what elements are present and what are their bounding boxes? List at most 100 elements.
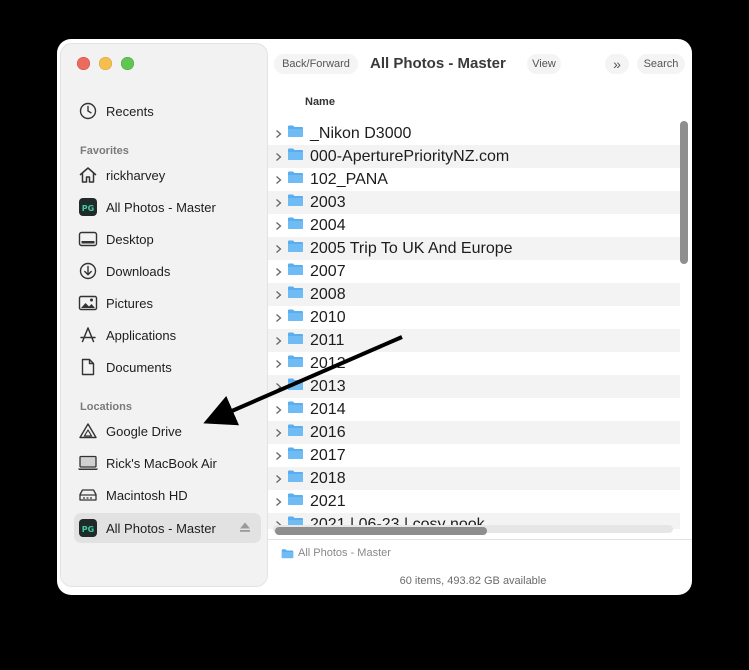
item-name: 2012 [310, 354, 346, 372]
list-item[interactable]: 2008 [268, 283, 680, 306]
item-name: 2011 [310, 331, 345, 349]
list-item[interactable]: 2004 [268, 214, 680, 237]
home-icon [77, 164, 99, 186]
file-list: _Nikon D3000 000-AperturePriorityNZ.com … [268, 119, 692, 529]
disclosure-chevron-icon[interactable] [272, 175, 284, 185]
close-window-button[interactable] [77, 57, 90, 70]
disclosure-chevron-icon[interactable] [272, 129, 284, 139]
list-item[interactable]: 2003 [268, 191, 680, 214]
status-bar: 60 items, 493.82 GB available [399, 575, 547, 587]
horizontal-scrollbar[interactable] [275, 527, 487, 535]
list-item[interactable]: 2012 [268, 352, 680, 375]
item-name: 102_PANA [310, 170, 388, 188]
minimize-window-button[interactable] [99, 57, 112, 70]
path-bar-label: All Photos - Master [298, 547, 391, 559]
item-name: 2018 [310, 469, 346, 487]
list-item[interactable]: 2010 [268, 306, 680, 329]
pc-drive-icon: PG [77, 517, 99, 539]
sidebar-item-recents[interactable]: Recents [77, 97, 257, 125]
disclosure-chevron-icon[interactable] [272, 497, 284, 507]
list-item[interactable]: 102_PANA [268, 168, 680, 191]
folder-icon [287, 354, 304, 373]
search-button[interactable]: Search [637, 54, 685, 74]
sidebar-item-label: Google Drive [106, 423, 182, 439]
list-item[interactable]: 2014 [268, 398, 680, 421]
disclosure-chevron-icon[interactable] [272, 198, 284, 208]
desktop-icon [77, 228, 99, 250]
list-item[interactable]: 2021 [268, 490, 680, 513]
sidebar-item-macbook-air[interactable]: Rick's MacBook Air [77, 449, 257, 477]
folder-icon [287, 285, 304, 304]
sidebar-item-downloads[interactable]: Downloads [77, 257, 257, 285]
folder-icon [287, 308, 304, 327]
back-forward-button[interactable]: Back/Forward [274, 54, 358, 74]
sidebar-item-documents[interactable]: Documents [77, 353, 257, 381]
list-item[interactable]: _Nikon D3000 [268, 122, 680, 145]
disclosure-chevron-icon[interactable] [272, 221, 284, 231]
folder-icon [287, 400, 304, 419]
folder-icon [287, 377, 304, 396]
disclosure-chevron-icon[interactable] [272, 451, 284, 461]
sidebar-item-pictures[interactable]: Pictures [77, 289, 257, 317]
window-title: All Photos - Master [370, 55, 506, 72]
list-item[interactable]: 2007 [268, 260, 680, 283]
maximize-window-button[interactable] [121, 57, 134, 70]
list-item[interactable]: 2011 [268, 329, 680, 352]
disclosure-chevron-icon[interactable] [272, 313, 284, 323]
item-name: 2017 [310, 446, 346, 464]
sidebar-item-label: Applications [106, 327, 177, 343]
sidebar-item-all-photos-master[interactable]: PG All Photos - Master [77, 193, 257, 221]
eject-icon[interactable] [239, 521, 251, 536]
disclosure-chevron-icon[interactable] [272, 405, 284, 415]
vertical-scrollbar[interactable] [680, 121, 688, 264]
sidebar-item-home[interactable]: rickharvey [77, 161, 257, 189]
disclosure-chevron-icon[interactable] [272, 290, 284, 300]
item-name: 2010 [310, 308, 346, 326]
folder-icon [287, 469, 304, 488]
sidebar-item-desktop[interactable]: Desktop [77, 225, 257, 253]
sidebar-item-google-drive[interactable]: Google Drive [77, 417, 257, 445]
item-name: 000-AperturePriorityNZ.com [310, 147, 510, 165]
hard-drive-icon [77, 484, 99, 506]
disclosure-chevron-icon[interactable] [272, 428, 284, 438]
disclosure-chevron-icon[interactable] [272, 336, 284, 346]
list-item[interactable]: 2005 Trip To UK And Europe [268, 237, 680, 260]
disclosure-chevron-icon[interactable] [272, 359, 284, 369]
google-drive-icon [77, 420, 99, 442]
svg-text:PG: PG [82, 525, 94, 534]
folder-icon [287, 423, 304, 442]
sidebar-item-label: Desktop [106, 231, 154, 247]
folder-icon [287, 170, 304, 189]
disclosure-chevron-icon[interactable] [272, 474, 284, 484]
view-button[interactable]: View [527, 54, 561, 74]
sidebar-item-applications[interactable]: Applications [77, 321, 257, 349]
list-item[interactable]: 2013 [268, 375, 680, 398]
sidebar-item-macintosh-hd[interactable]: Macintosh HD [77, 481, 257, 509]
disclosure-chevron-icon[interactable] [272, 244, 284, 254]
list-item[interactable]: 2018 [268, 467, 680, 490]
folder-icon [287, 193, 304, 212]
item-name: 2014 [310, 400, 346, 418]
disclosure-chevron-icon[interactable] [272, 152, 284, 162]
laptop-icon [77, 452, 99, 474]
item-name: 2003 [310, 193, 346, 211]
list-item[interactable]: 2016 [268, 421, 680, 444]
disclosure-chevron-icon[interactable] [272, 382, 284, 392]
folder-icon [287, 239, 304, 258]
sidebar-item-label: Rick's MacBook Air [106, 455, 217, 471]
clock-icon [77, 100, 99, 122]
item-name: 2007 [310, 262, 346, 280]
item-name: 2004 [310, 216, 346, 234]
sidebar-item-label: All Photos - Master [106, 520, 216, 536]
disclosure-chevron-icon[interactable] [272, 267, 284, 277]
list-item[interactable]: 000-AperturePriorityNZ.com [268, 145, 680, 168]
item-name: _Nikon D3000 [310, 124, 412, 142]
applications-icon [77, 324, 99, 346]
column-header-name[interactable]: Name [305, 96, 335, 108]
more-toolbar-button[interactable]: » [605, 54, 629, 74]
path-bar[interactable]: All Photos - Master [281, 547, 391, 559]
sidebar-item-all-photos-master-selected[interactable]: PG All Photos - Master [74, 513, 261, 543]
svg-text:PG: PG [82, 204, 94, 213]
list-item[interactable]: 2017 [268, 444, 680, 467]
documents-icon [77, 356, 99, 378]
